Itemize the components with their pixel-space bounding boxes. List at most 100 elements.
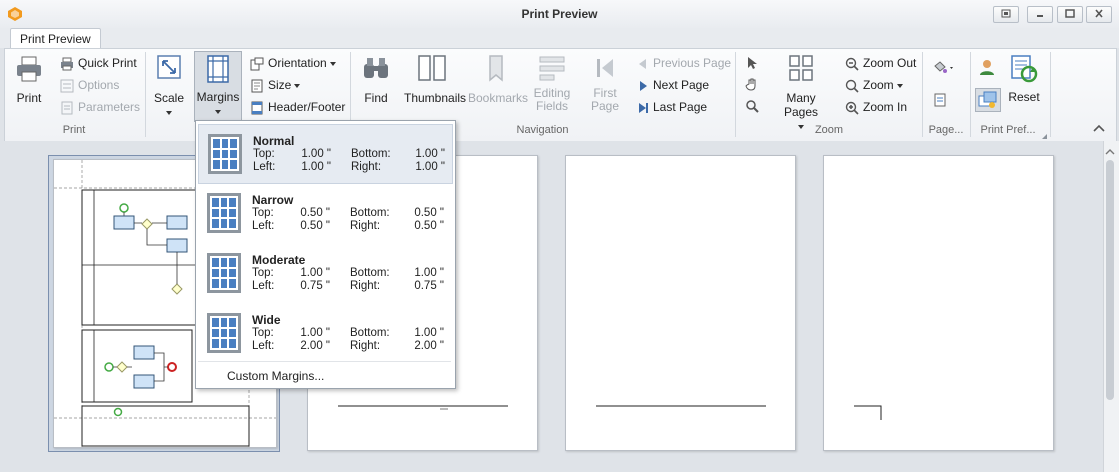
zoom-dropdown-arrow: [896, 83, 903, 88]
customize-icon: [978, 91, 997, 108]
right-label: Right:: [351, 161, 382, 173]
thumbnails-icon: [418, 55, 446, 81]
zoom-out-button[interactable]: Zoom Out: [845, 53, 916, 73]
page-size-icon: [251, 79, 263, 93]
scale-icon: [157, 55, 181, 79]
margins-option-name: Narrow: [252, 193, 294, 207]
bottom-label: Bottom:: [350, 327, 390, 339]
left-value: 0.75 ": [300, 280, 330, 292]
preview-page-4[interactable]: [823, 155, 1054, 451]
watermark-button[interactable]: [933, 93, 947, 110]
first-page-button[interactable]: First Page: [587, 54, 623, 113]
size-dropdown-arrow: [294, 83, 301, 88]
orientation-button[interactable]: Orientation: [250, 53, 336, 73]
right-value: 1.00 ": [415, 161, 445, 173]
last-page-button[interactable]: Last Page: [637, 97, 707, 117]
magnifier-icon: [746, 100, 759, 113]
options-icon: [60, 79, 74, 93]
left-value: 0.50 ": [300, 220, 330, 232]
top-label: Top:: [253, 148, 275, 160]
print-button[interactable]: Print: [10, 54, 48, 105]
margins-option-normal[interactable]: Normal Top: 1.00 " Bottom: 1.00 " Left: 1.00 "…: [198, 124, 453, 184]
margins-option-wide[interactable]: Wide Top: 1.00 " Bottom: 1.00 " Left: 2.00 " Ri…: [198, 304, 451, 362]
group-separator: [735, 52, 736, 137]
previous-page-icon: [639, 58, 646, 69]
close-icon: [1095, 9, 1103, 18]
maximize-button[interactable]: [1057, 6, 1083, 23]
close-button[interactable]: [1086, 6, 1112, 23]
parameters-icon: [61, 101, 73, 115]
last-page-icon: [639, 102, 648, 113]
margins-option-name: Normal: [253, 134, 295, 148]
chevron-up-icon: [1093, 124, 1105, 132]
group-label-print-preferences: Print Pref...: [980, 124, 1036, 136]
magnifier-tool-button[interactable]: [745, 99, 759, 116]
quick-print-button[interactable]: Quick Print: [60, 53, 137, 73]
parameters-button[interactable]: Parameters: [60, 97, 140, 117]
options-button[interactable]: Options: [60, 75, 119, 95]
bookmarks-button[interactable]: Bookmarks: [468, 54, 528, 105]
margins-icon: [207, 55, 229, 83]
many-pages-button[interactable]: Many Pages: [770, 54, 832, 133]
group-label-page-background: Page...: [928, 124, 964, 136]
left-label: Left:: [252, 220, 275, 232]
header-footer-button[interactable]: Header/Footer: [250, 97, 345, 117]
top-value: 0.50 ": [300, 207, 330, 219]
next-page-button[interactable]: Next Page: [637, 75, 709, 95]
user-icon: [980, 60, 994, 75]
window-title: Print Preview: [521, 7, 598, 21]
custom-margins-item[interactable]: Custom Margins...: [227, 367, 324, 385]
previous-page-button[interactable]: Previous Page: [637, 53, 731, 73]
thumbnails-button[interactable]: Thumbnails: [404, 54, 466, 105]
group-label-print: Print: [62, 124, 86, 136]
top-value: 1.00 ": [300, 327, 330, 339]
page-color-button[interactable]: [932, 61, 956, 78]
scale-dropdown-arrow: [166, 110, 172, 115]
quick-print-icon: [61, 57, 73, 71]
group-separator: [922, 52, 923, 137]
pointer-tool-button[interactable]: [746, 56, 758, 73]
group-label-zoom: Zoom: [814, 124, 844, 136]
left-label: Left:: [252, 340, 275, 352]
bottom-value: 1.00 ": [414, 327, 444, 339]
left-label: Left:: [253, 161, 276, 173]
preview-page-3[interactable]: [565, 155, 796, 451]
margin-preset-icon: [207, 253, 241, 293]
fullscreen-button[interactable]: [993, 6, 1019, 23]
tab-print-preview[interactable]: Print Preview: [10, 28, 101, 49]
orientation-icon: [250, 57, 264, 71]
right-label: Right:: [350, 220, 381, 232]
maximize-icon: [1065, 9, 1075, 18]
right-label: Right:: [350, 280, 381, 292]
margins-option-narrow[interactable]: Narrow Top: 0.50 " Bottom: 0.50 " Left: 0.50 "…: [198, 184, 451, 242]
watermark-icon: [934, 93, 946, 107]
top-value: 1.00 ": [300, 267, 330, 279]
margins-option-name: Moderate: [252, 253, 306, 267]
right-value: 0.50 ": [414, 220, 444, 232]
bookmark-icon: [489, 55, 503, 82]
bottom-label: Bottom:: [351, 148, 391, 160]
zoom-in-icon: [845, 101, 859, 115]
margins-option-moderate[interactable]: Moderate Top: 1.00 " Bottom: 1.00 " Left: 0.75…: [198, 244, 451, 302]
hand-tool-button[interactable]: [745, 77, 759, 94]
size-button[interactable]: Size: [250, 75, 301, 95]
scale-button[interactable]: Scale: [151, 54, 187, 119]
margins-button[interactable]: Margins: [194, 51, 242, 122]
customize-preview-button[interactable]: [975, 88, 1001, 112]
collapse-ribbon-button[interactable]: [1092, 122, 1106, 136]
user-settings-button[interactable]: [978, 58, 996, 79]
bottom-value: 1.00 ": [415, 148, 445, 160]
right-value: 0.75 ": [414, 280, 444, 292]
scroll-up-button[interactable]: [1105, 145, 1115, 159]
page-4-drawing: [854, 405, 882, 420]
zoom-in-button[interactable]: Zoom In: [845, 97, 907, 117]
right-label: Right:: [350, 340, 381, 352]
find-button[interactable]: Find: [358, 54, 394, 105]
scrollbar-thumb[interactable]: [1106, 160, 1114, 400]
minimize-button[interactable]: [1027, 6, 1053, 23]
menu-separator: [198, 361, 451, 362]
editing-fields-button[interactable]: Editing Fields: [530, 54, 574, 113]
group-separator: [970, 52, 971, 137]
zoom-button[interactable]: Zoom: [845, 75, 903, 95]
reset-button[interactable]: Reset: [1003, 54, 1045, 104]
